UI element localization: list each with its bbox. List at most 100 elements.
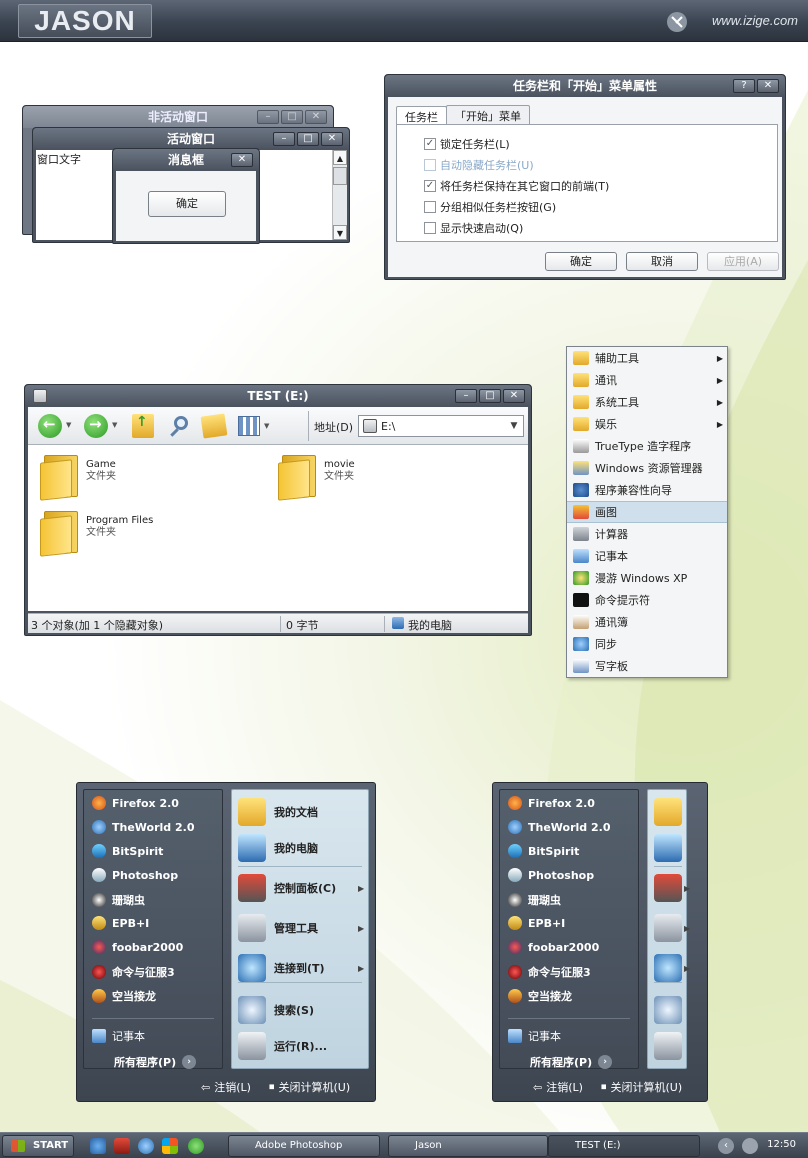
up-folder-icon[interactable]: ↑ xyxy=(132,414,154,438)
all-programs-button[interactable]: 所有程序(P) › xyxy=(530,1054,613,1070)
program-item[interactable]: 珊瑚虫 xyxy=(508,892,561,908)
file-item[interactable]: Game 文件夹 xyxy=(40,453,116,497)
program-item[interactable]: Firefox 2.0 xyxy=(92,796,179,810)
scroll-thumb[interactable] xyxy=(333,167,347,185)
close-icon[interactable]: ✕ xyxy=(305,110,327,124)
place-item[interactable]: 运行(R)... xyxy=(238,1032,327,1060)
tray-chevron-icon[interactable]: ‹ xyxy=(718,1138,734,1154)
shutdown-button[interactable]: ⏹ 关闭计算机(U) xyxy=(601,1079,682,1095)
logoff-button[interactable]: ⇦ 注销(L) xyxy=(533,1079,583,1095)
program-item[interactable]: Firefox 2.0 xyxy=(508,796,595,810)
menu-item[interactable]: 记事本 xyxy=(567,545,727,567)
explorer-window[interactable]: TEST (E:) – □ ✕ ← ▼ → ▼ ↑ ▼ 地址(D) E:\ ▼ Ga… xyxy=(24,384,532,636)
program-item[interactable]: Photoshop xyxy=(508,868,594,882)
ok-button[interactable]: 确定 xyxy=(545,252,617,271)
messenger-icon[interactable] xyxy=(90,1138,106,1154)
taskbar-properties-dialog[interactable]: 任务栏和「开始」菜单属性 ? ✕ 任务栏 「开始」菜单 ✓ 锁定任务栏(L) 自动隐… xyxy=(384,74,786,280)
shutdown-button[interactable]: ⏹ 关闭计算机(U) xyxy=(269,1079,350,1095)
menu-item[interactable]: 程序兼容性向导 xyxy=(567,479,727,501)
menu-item[interactable]: 通讯 ▶ xyxy=(567,369,727,391)
menu-item[interactable]: 命令提示符 xyxy=(567,589,727,611)
file-item[interactable]: movie 文件夹 xyxy=(278,453,355,497)
place-item[interactable]: ▶ xyxy=(654,954,690,982)
all-programs-button[interactable]: 所有程序(P) › xyxy=(114,1054,197,1070)
task-photoshop[interactable]: Adobe Photoshop xyxy=(228,1135,380,1157)
minimize-icon[interactable]: – xyxy=(257,110,279,124)
forward-dropdown-icon[interactable]: ▼ xyxy=(112,421,117,429)
back-icon[interactable]: ← xyxy=(38,414,62,438)
views-dropdown-icon[interactable]: ▼ xyxy=(264,422,269,430)
close-icon[interactable]: ✕ xyxy=(321,132,343,146)
menu-item[interactable]: 漫游 Windows XP xyxy=(567,567,727,589)
scroll-up-icon[interactable]: ▲ xyxy=(333,150,347,165)
checkbox-keep-on-top[interactable]: ✓ 将任务栏保持在其它窗口的前端(T) xyxy=(424,178,609,194)
menu-item[interactable]: 写字板 xyxy=(567,655,727,677)
program-item[interactable]: TheWorld 2.0 xyxy=(92,820,194,834)
program-item[interactable]: BitSpirit xyxy=(508,844,579,858)
close-icon[interactable]: ✕ xyxy=(757,79,779,93)
place-item[interactable]: ▶ xyxy=(654,874,690,902)
checkbox-box[interactable] xyxy=(424,201,436,213)
program-item-notepad[interactable]: 记事本 xyxy=(92,1028,145,1044)
task-explorer[interactable]: TEST (E:) xyxy=(548,1135,700,1157)
menu-item[interactable]: 通讯簿 xyxy=(567,611,727,633)
menu-item[interactable]: 同步 xyxy=(567,633,727,655)
address-field[interactable]: E:\ ▼ xyxy=(358,415,524,437)
address-dropdown-icon[interactable]: ▼ xyxy=(505,416,523,436)
place-item[interactable]: 搜索(S) xyxy=(238,996,314,1024)
place-item[interactable] xyxy=(654,996,682,1024)
program-item[interactable]: Photoshop xyxy=(92,868,178,882)
program-item[interactable]: 空当接龙 xyxy=(92,988,156,1004)
checkbox-box[interactable]: ✓ xyxy=(424,180,436,192)
close-icon[interactable]: ✕ xyxy=(231,153,253,167)
program-item[interactable]: EPB+I xyxy=(92,916,149,930)
place-item[interactable]: 连接到(T) ▶ xyxy=(238,954,364,982)
checkbox-box[interactable] xyxy=(424,159,436,171)
menu-item[interactable]: 娱乐 ▶ xyxy=(567,413,727,435)
checkbox-quick-launch[interactable]: 显示快速启动(Q) xyxy=(424,220,523,236)
place-item[interactable] xyxy=(654,834,682,862)
up-arrow-icon[interactable] xyxy=(188,1138,204,1154)
menu-item[interactable]: 辅助工具 ▶ xyxy=(567,347,727,369)
program-item[interactable]: foobar2000 xyxy=(92,940,183,954)
maximize-icon[interactable]: □ xyxy=(297,132,319,146)
start-button[interactable]: START xyxy=(2,1135,74,1157)
windows-flag-icon[interactable] xyxy=(162,1138,178,1154)
program-item[interactable]: EPB+I xyxy=(508,916,565,930)
logoff-button[interactable]: ⇦ 注销(L) xyxy=(201,1079,251,1095)
checkbox-box[interactable] xyxy=(424,222,436,234)
menu-item[interactable]: TrueType 造字程序 xyxy=(567,435,727,457)
menu-item[interactable]: 系统工具 ▶ xyxy=(567,391,727,413)
back-dropdown-icon[interactable]: ▼ xyxy=(66,421,71,429)
maximize-icon[interactable]: □ xyxy=(479,389,501,403)
menu-item[interactable]: 计算器 xyxy=(567,523,727,545)
file-item[interactable]: Program Files 文件夹 xyxy=(40,509,153,553)
place-item[interactable]: ▶ xyxy=(654,914,690,942)
program-item[interactable]: 空当接龙 xyxy=(508,988,572,1004)
tab-start-menu[interactable]: 「开始」菜单 xyxy=(446,105,530,126)
volume-icon[interactable] xyxy=(742,1138,758,1154)
minimize-icon[interactable]: – xyxy=(273,132,295,146)
ok-button[interactable]: 确定 xyxy=(148,191,226,217)
place-item[interactable] xyxy=(654,798,682,826)
checkbox-auto-hide[interactable]: 自动隐藏任务栏(U) xyxy=(424,157,534,173)
place-item[interactable] xyxy=(654,1032,682,1060)
close-icon[interactable]: ✕ xyxy=(503,389,525,403)
task-jason[interactable]: Jason xyxy=(388,1135,548,1157)
theworld-icon[interactable] xyxy=(138,1138,154,1154)
program-item[interactable]: BitSpirit xyxy=(92,844,163,858)
place-item[interactable]: 控制面板(C) ▶ xyxy=(238,874,364,902)
folders-icon[interactable] xyxy=(200,413,228,439)
scroll-down-icon[interactable]: ▼ xyxy=(333,225,347,240)
program-item[interactable]: 命令与征服3 xyxy=(92,964,175,980)
program-item[interactable]: foobar2000 xyxy=(508,940,599,954)
apply-button[interactable]: 应用(A) xyxy=(707,252,779,271)
checkbox-lock-taskbar[interactable]: ✓ 锁定任务栏(L) xyxy=(424,136,510,152)
place-item[interactable]: 我的文档 xyxy=(238,798,318,826)
checkbox-group-buttons[interactable]: 分组相似任务栏按钮(G) xyxy=(424,199,556,215)
program-item[interactable]: 珊瑚虫 xyxy=(92,892,145,908)
program-item[interactable]: TheWorld 2.0 xyxy=(508,820,610,834)
help-icon[interactable]: ? xyxy=(733,79,755,93)
vertical-scrollbar[interactable]: ▲ ▼ xyxy=(332,150,347,240)
search-icon[interactable] xyxy=(168,414,192,438)
